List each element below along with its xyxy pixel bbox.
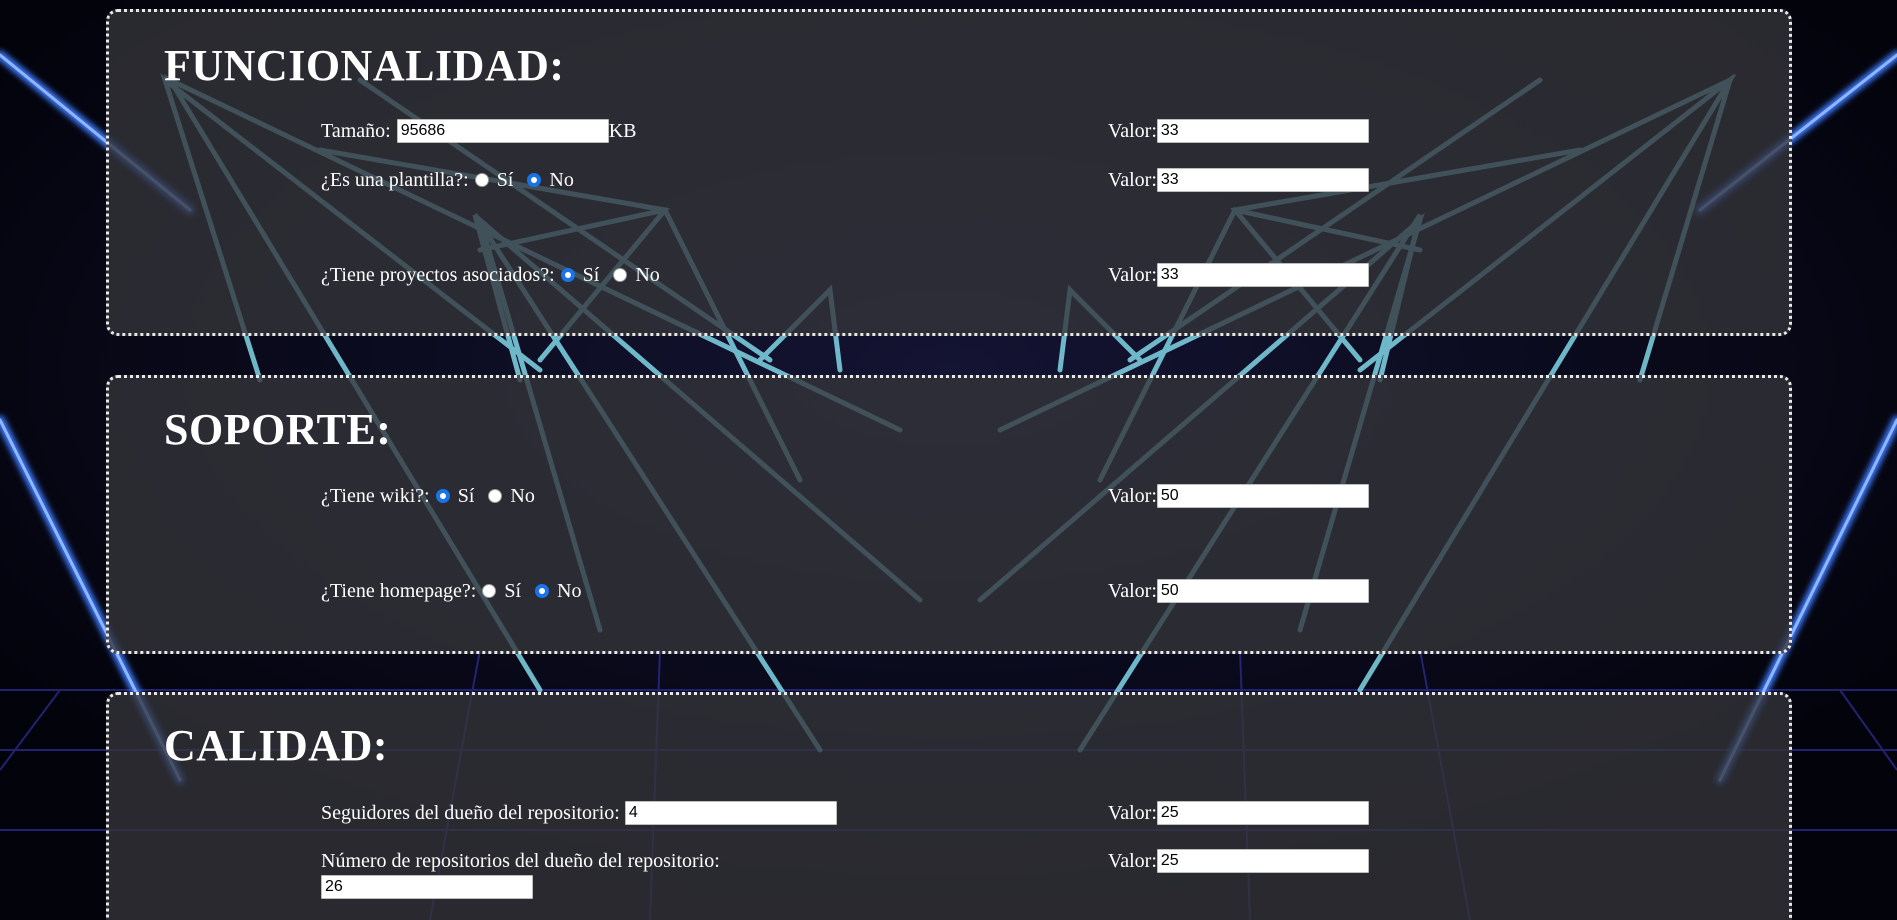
calidad-section: CALIDAD: Seguidores del dueño del reposi… [106, 692, 1792, 920]
seguidores-valor-row: Valor: [1108, 801, 1369, 825]
tamano-row: Tamaño: KB [321, 119, 636, 143]
funcionalidad-title: FUNCIONALIDAD: [164, 41, 565, 90]
num-repos-valor-input[interactable] [1156, 849, 1369, 873]
wiki-valor-input[interactable] [1156, 484, 1369, 508]
proyectos-valor-row: Valor: [1108, 263, 1369, 287]
valor-label: Valor: [1108, 485, 1157, 507]
seguidores-row: Seguidores del dueño del repositorio: [321, 801, 837, 825]
wiki-valor-row: Valor: [1108, 484, 1369, 508]
plantilla-label: ¿Es una plantilla?: [321, 169, 469, 191]
plantilla-valor-input[interactable] [1156, 168, 1369, 192]
valor-label: Valor: [1108, 264, 1157, 286]
soporte-section: SOPORTE: ¿Tiene wiki?: Sí No Valor: ¿Tie… [106, 375, 1792, 654]
valor-label: Valor: [1108, 120, 1157, 142]
homepage-valor-input[interactable] [1156, 579, 1369, 603]
valor-label: Valor: [1108, 580, 1157, 602]
tamano-input[interactable] [396, 119, 609, 143]
num-repos-input[interactable] [321, 875, 533, 899]
wiki-radio-no[interactable] [488, 489, 503, 503]
tamano-label: Tamaño: [321, 120, 391, 142]
plantilla-row: ¿Es una plantilla?: Sí No [321, 168, 574, 192]
calidad-title: CALIDAD: [164, 721, 388, 770]
plantilla-valor-row: Valor: [1108, 168, 1369, 192]
seguidores-input[interactable] [624, 801, 837, 825]
tamano-unit: KB [608, 120, 637, 142]
homepage-label: ¿Tiene homepage?: [321, 580, 477, 602]
wiki-si-label: Sí [457, 485, 475, 507]
valor-label: Valor: [1108, 850, 1157, 872]
soporte-title: SOPORTE: [164, 405, 392, 454]
funcionalidad-section: FUNCIONALIDAD: Tamaño: KB Valor: ¿Es una… [106, 9, 1792, 336]
tamano-valor-row: Valor: [1108, 119, 1369, 143]
proyectos-no-label: No [635, 264, 660, 286]
proyectos-si-label: Sí [582, 264, 600, 286]
homepage-radio-no[interactable] [535, 584, 550, 598]
homepage-si-label: Sí [504, 580, 522, 602]
homepage-radio-si[interactable] [482, 584, 497, 598]
num-repos-row: Número de repositorios del dueño del rep… [321, 849, 781, 899]
valor-label: Valor: [1108, 169, 1157, 191]
num-repos-valor-row: Valor: [1108, 849, 1369, 873]
tamano-valor-input[interactable] [1156, 119, 1369, 143]
homepage-row: ¿Tiene homepage?: Sí No [321, 579, 581, 603]
plantilla-radio-no[interactable] [527, 173, 542, 187]
wiki-no-label: No [510, 485, 535, 507]
proyectos-label: ¿Tiene proyectos asociados?: [321, 264, 555, 286]
proyectos-row: ¿Tiene proyectos asociados?: Sí No [321, 263, 660, 287]
seguidores-valor-input[interactable] [1156, 801, 1369, 825]
plantilla-radio-si[interactable] [474, 173, 489, 187]
seguidores-label: Seguidores del dueño del repositorio: [321, 802, 620, 824]
wiki-radio-si[interactable] [435, 489, 450, 503]
proyectos-valor-input[interactable] [1156, 263, 1369, 287]
wiki-label: ¿Tiene wiki?: [321, 485, 430, 507]
wiki-row: ¿Tiene wiki?: Sí No [321, 484, 535, 508]
plantilla-si-label: Sí [496, 169, 514, 191]
homepage-valor-row: Valor: [1108, 579, 1369, 603]
plantilla-no-label: No [549, 169, 574, 191]
proyectos-radio-si[interactable] [560, 268, 575, 282]
valor-label: Valor: [1108, 802, 1157, 824]
homepage-no-label: No [557, 580, 582, 602]
proyectos-radio-no[interactable] [613, 268, 628, 282]
num-repos-label: Número de repositorios del dueño del rep… [321, 850, 720, 872]
